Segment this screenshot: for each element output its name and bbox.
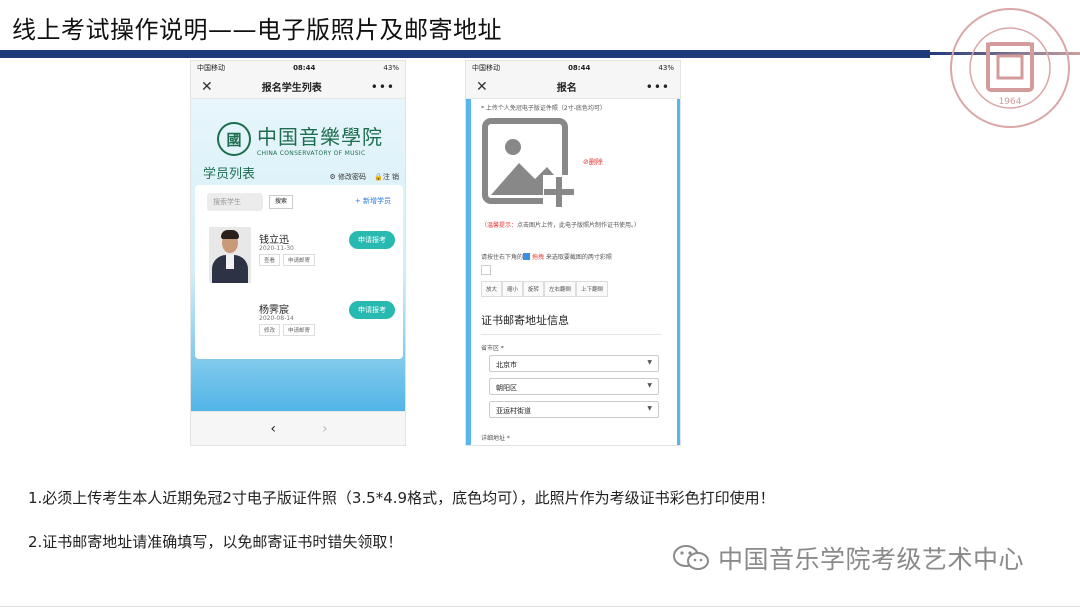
upload-tip: （温馨提示：点击图片上传，此电子版照片制作证书使用。） [481, 222, 641, 229]
logo-chinese: 中国音樂學院 [257, 125, 383, 149]
crop-toolbar: 放大 缩小 旋转 左右翻倒 上下翻倒 [481, 281, 609, 297]
plus-icon: + [354, 197, 363, 205]
note-photo-requirement: 1.必须上传考生本人近期免冠2寸电子版证件照（3.5*4.9格式，底色均可），此… [28, 489, 775, 507]
nav-bar: ✕ 报名学生列表 ••• [191, 75, 405, 99]
nav-title: 报名 [556, 83, 577, 94]
crop-preview[interactable] [481, 265, 491, 275]
student-list-page: 國 中国音樂學院 CHINA CONSERVATORY OF MUSIC 学员列… [191, 99, 405, 413]
student-name: 钱立迅 [259, 235, 289, 246]
flip-vertical-button[interactable]: 上下翻倒 [576, 281, 609, 297]
view-link[interactable]: 查看 [259, 254, 281, 266]
student-photo [209, 227, 251, 283]
status-bar: 中国移动 08:44 43% [191, 61, 405, 75]
street-select[interactable]: 亚运村街道 ▼ [489, 401, 659, 418]
student-card: 搜索学生 搜索 + 新增学员 钱立迅 2020-11-30 查看 申请邮寄 申请… [195, 185, 403, 359]
dropdown-arrow-icon: ▼ [647, 405, 652, 412]
student-date: 2020-08-14 [259, 315, 294, 322]
district-select[interactable]: 朝阳区 ▼ [489, 378, 659, 395]
list-header: 学员列表 ⚙ 修改密码 🔒注 销 [203, 163, 399, 182]
province-select[interactable]: 北京市 ▼ [489, 355, 659, 372]
seal-year: 1964 [999, 97, 1022, 107]
more-icon[interactable]: ••• [371, 80, 395, 94]
watermark-text: 中国音乐学院考级艺术中心 [718, 545, 1025, 574]
dropdown-arrow-icon: ▼ [647, 359, 652, 366]
battery-label: 43% [383, 64, 399, 72]
student-date: 2020-11-30 [259, 245, 294, 252]
lock-icon: 🔒 [374, 173, 383, 181]
registration-screenshot: 中国移动 08:44 43% ✕ 报名 ••• * 上传个人免冠电子版证件照（2… [465, 60, 681, 446]
wechat-icon [673, 545, 709, 570]
wechat-watermark: 中国音乐学院考级艺术中心 [672, 540, 1024, 576]
back-icon[interactable]: ‹ [270, 421, 276, 437]
school-logo: 國 中国音樂學院 CHINA CONSERVATORY OF MUSIC [217, 121, 383, 157]
emblem-icon: 國 [217, 122, 251, 156]
more-icon[interactable]: ••• [646, 80, 670, 94]
region-label: 省市区 * [481, 345, 504, 352]
carrier-label: 中国移动 [472, 64, 500, 72]
edit-link[interactable]: 修改 [259, 324, 281, 336]
nav-title: 报名学生列表 [261, 83, 322, 94]
student-list-screenshot: 中国移动 08:44 43% ✕ 报名学生列表 ••• 國 中国音樂學院 CHI… [190, 60, 406, 446]
add-image-icon[interactable] [481, 117, 577, 209]
student-row: 钱立迅 2020-11-30 查看 申请邮寄 申请报考 [205, 227, 395, 287]
clock: 08:44 [568, 64, 591, 72]
student-name: 杨霁宸 [259, 305, 289, 316]
clock: 08:44 [293, 64, 316, 72]
nav-bar: ✕ 报名 ••• [466, 75, 680, 99]
slide-title: 线上考试操作说明——电子版照片及邮寄地址 [12, 16, 502, 44]
title-bar [0, 50, 930, 58]
flip-horizontal-button[interactable]: 左右翻倒 [544, 281, 577, 297]
request-mail-link[interactable]: 申请邮寄 [283, 324, 316, 336]
apply-exam-button[interactable]: 申请报考 [349, 301, 395, 319]
change-password-link[interactable]: ⚙ 修改密码 [330, 172, 367, 182]
rotate-button[interactable]: 旋转 [523, 281, 545, 297]
drag-handle-icon [523, 253, 531, 260]
dropdown-arrow-icon: ▼ [647, 382, 652, 389]
logo-english: CHINA CONSERVATORY OF MUSIC [257, 150, 366, 157]
forward-icon[interactable]: › [322, 421, 328, 437]
apply-exam-button[interactable]: 申请报考 [349, 231, 395, 249]
status-bar: 中国移动 08:44 43% [466, 61, 680, 75]
upload-label: * 上传个人免冠电子版证件照（2寸-底色均可） [481, 105, 606, 112]
crop-tip: 请按住右下角的 拖拽 来选取要截图的两寸彩照 [481, 253, 612, 261]
browser-toolbar: ‹ › [191, 411, 405, 445]
registration-page: * 上传个人免冠电子版证件照（2寸-底色均可） ⊘删除 （温馨提示：点击图片上传… [466, 99, 680, 445]
list-title: 学员列表 [203, 167, 256, 182]
battery-label: 43% [658, 64, 674, 72]
conservatory-seal-logo: 1964 [950, 8, 1070, 128]
zoom-out-button[interactable]: 缩小 [502, 281, 524, 297]
search-button[interactable]: 搜索 [269, 195, 293, 209]
close-icon[interactable]: ✕ [201, 79, 213, 95]
delete-button[interactable]: ⊘删除 [583, 157, 603, 167]
detail-address-label: 详细地址 * [481, 435, 510, 442]
student-row: 杨霁宸 2020-08-14 修改 申请邮寄 申请报考 [205, 297, 395, 357]
gear-icon: ⚙ [329, 173, 336, 181]
zoom-in-button[interactable]: 放大 [481, 281, 503, 297]
carrier-label: 中国移动 [197, 64, 225, 72]
add-student-link[interactable]: + 新增学员 [355, 196, 391, 206]
close-icon[interactable]: ✕ [476, 79, 488, 95]
request-mail-link[interactable]: 申请邮寄 [283, 254, 316, 266]
logout-link[interactable]: 🔒注 销 [374, 172, 399, 182]
note-address-requirement: 2.证书邮寄地址请准确填写，以免邮寄证书时错失领取！ [28, 533, 403, 551]
search-input[interactable]: 搜索学生 [207, 193, 263, 211]
address-section-title: 证书邮寄地址信息 [481, 312, 661, 335]
